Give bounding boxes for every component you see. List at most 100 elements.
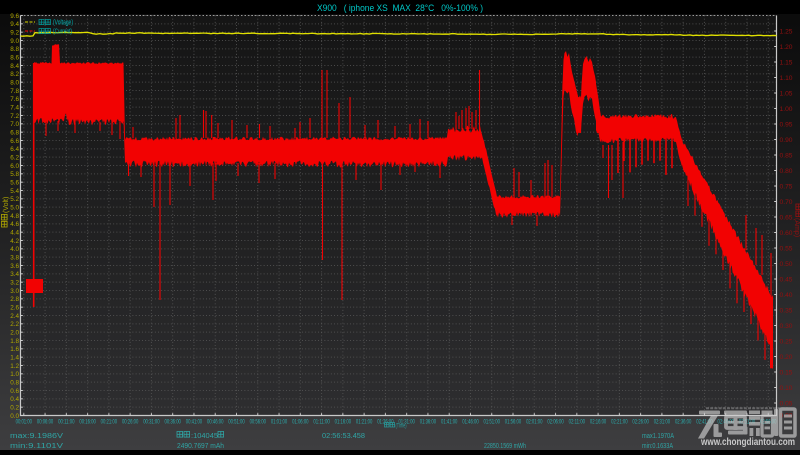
svg-text:02:26:00: 02:26:00 [632, 419, 649, 426]
svg-text:00:01:00: 00:01:00 [16, 419, 33, 426]
svg-text:1.2: 1.2 [10, 363, 19, 370]
svg-text:8.6: 8.6 [10, 55, 19, 62]
svg-text:3.0: 3.0 [10, 288, 19, 295]
svg-text:7.2: 7.2 [10, 113, 19, 120]
svg-text:4.4: 4.4 [10, 230, 19, 237]
svg-text:X900 ( iphone XS MAX 28°C: X900 ( iphone XS MAX 28°C 0%-100% ) [317, 3, 483, 13]
svg-text:01:46:00: 01:46:00 [462, 419, 479, 426]
svg-text:0.80: 0.80 [780, 168, 793, 175]
svg-text:0.30: 0.30 [780, 323, 793, 330]
svg-text:5.8: 5.8 [10, 171, 19, 178]
svg-text:0.8: 0.8 [10, 380, 19, 387]
svg-text:01:16:00: 01:16:00 [335, 419, 352, 426]
svg-text:00:36:00: 00:36:00 [164, 419, 181, 426]
svg-text:02:16:00: 02:16:00 [590, 419, 607, 426]
svg-text:1.00: 1.00 [780, 106, 793, 113]
svg-text:02:56:53.458: 02:56:53.458 [322, 431, 365, 440]
svg-text:9.2: 9.2 [10, 30, 19, 37]
svg-text:0.95: 0.95 [780, 121, 793, 128]
svg-text:5.0: 5.0 [10, 205, 19, 212]
svg-text:9.0: 9.0 [10, 38, 19, 45]
svg-text:00:46:00: 00:46:00 [207, 419, 224, 426]
svg-text:0.25: 0.25 [780, 338, 793, 345]
svg-text:6.8: 6.8 [10, 130, 19, 137]
svg-text:0.10: 0.10 [780, 385, 793, 392]
svg-text:00:41:00: 00:41:00 [186, 419, 203, 426]
svg-text:0.65: 0.65 [780, 214, 793, 221]
svg-text:2.6: 2.6 [10, 305, 19, 312]
svg-text:0.50: 0.50 [780, 261, 793, 268]
svg-text:1.20: 1.20 [780, 44, 793, 51]
svg-text:1.05: 1.05 [780, 90, 793, 97]
svg-text:(Amp): (Amp) [793, 218, 800, 237]
svg-text:01:56:00: 01:56:00 [505, 419, 522, 426]
svg-text:00:51:00: 00:51:00 [228, 419, 245, 426]
svg-text:2.4: 2.4 [10, 313, 19, 320]
svg-text:02:36:00: 02:36:00 [675, 419, 692, 426]
svg-text:22850.1569 mWh: 22850.1569 mWh [484, 441, 526, 450]
svg-text:(Time): (Time) [396, 423, 407, 429]
svg-text:0.75: 0.75 [780, 183, 793, 190]
svg-text:00:31:00: 00:31:00 [143, 419, 160, 426]
svg-text:3.8: 3.8 [10, 255, 19, 262]
svg-text:6.0: 6.0 [10, 163, 19, 170]
svg-text:02:11:00: 02:11:00 [569, 419, 586, 426]
svg-text:0.20: 0.20 [780, 354, 793, 361]
svg-text:0.05: 0.05 [780, 400, 793, 407]
svg-text:5.2: 5.2 [10, 196, 19, 203]
svg-text:0.40: 0.40 [780, 292, 793, 299]
svg-text:6.4: 6.4 [10, 146, 19, 153]
svg-text:2490.7697 mAh: 2490.7697 mAh [177, 441, 224, 450]
svg-text:6.2: 6.2 [10, 155, 19, 162]
svg-text:8.2: 8.2 [10, 71, 19, 78]
svg-text:max1.1970A: max1.1970A [642, 431, 674, 440]
svg-text:0.60: 0.60 [780, 230, 793, 237]
svg-text:0.45: 0.45 [780, 276, 793, 283]
svg-text:0.2: 0.2 [10, 405, 19, 412]
svg-text:4.0: 4.0 [10, 246, 19, 253]
svg-text:01:06:00: 01:06:00 [292, 419, 309, 426]
svg-text:0.4: 0.4 [10, 396, 19, 403]
svg-text:3.2: 3.2 [10, 280, 19, 287]
svg-text:1.15: 1.15 [780, 59, 793, 66]
svg-text:2.0: 2.0 [10, 330, 19, 337]
svg-text:min:0.1633A: min:0.1633A [642, 441, 673, 450]
svg-text:1.25: 1.25 [780, 28, 793, 35]
svg-text:7.8: 7.8 [10, 88, 19, 95]
svg-text:1.10: 1.10 [780, 75, 793, 82]
svg-text:02:21:00: 02:21:00 [611, 419, 628, 426]
svg-text:0.15: 0.15 [780, 369, 793, 376]
svg-text:00:11:00: 00:11:00 [58, 419, 75, 426]
svg-text:7.0: 7.0 [10, 121, 19, 128]
svg-text:00:56:00: 00:56:00 [250, 419, 267, 426]
svg-text:00:16:00: 00:16:00 [79, 419, 96, 426]
svg-text::104045: :104045 [191, 431, 218, 440]
svg-text:4.8: 4.8 [10, 213, 19, 220]
svg-text:01:01:00: 01:01:00 [271, 419, 288, 426]
svg-text:0.55: 0.55 [780, 245, 793, 252]
svg-text:00:21:00: 00:21:00 [101, 419, 118, 426]
svg-text:1.4: 1.4 [10, 355, 19, 362]
svg-text:1.0: 1.0 [10, 371, 19, 378]
svg-text:0.70: 0.70 [780, 199, 793, 206]
svg-text:00:06:00: 00:06:00 [37, 419, 54, 426]
svg-text:max:9.1986V: max:9.1986V [10, 431, 63, 440]
svg-text:0.90: 0.90 [780, 137, 793, 144]
svg-text:00:26:00: 00:26:00 [122, 419, 139, 426]
svg-text:5.6: 5.6 [10, 180, 19, 187]
svg-text:8.4: 8.4 [10, 63, 19, 70]
svg-text:9.4: 9.4 [10, 21, 19, 28]
svg-text:1.6: 1.6 [10, 346, 19, 353]
svg-text:3.6: 3.6 [10, 263, 19, 270]
svg-text:01:21:00: 01:21:00 [356, 419, 373, 426]
svg-text:9.6: 9.6 [10, 13, 19, 20]
svg-text:02:31:00: 02:31:00 [654, 419, 671, 426]
svg-text:2.2: 2.2 [10, 321, 19, 328]
svg-text:(Voltage): (Voltage) [53, 20, 73, 27]
svg-text:2.8: 2.8 [10, 296, 19, 303]
svg-text:5.4: 5.4 [10, 188, 19, 195]
svg-text:0.6: 0.6 [10, 388, 19, 395]
svg-text:8.8: 8.8 [10, 46, 19, 53]
svg-text:4.2: 4.2 [10, 238, 19, 245]
svg-text:1.8: 1.8 [10, 338, 19, 345]
